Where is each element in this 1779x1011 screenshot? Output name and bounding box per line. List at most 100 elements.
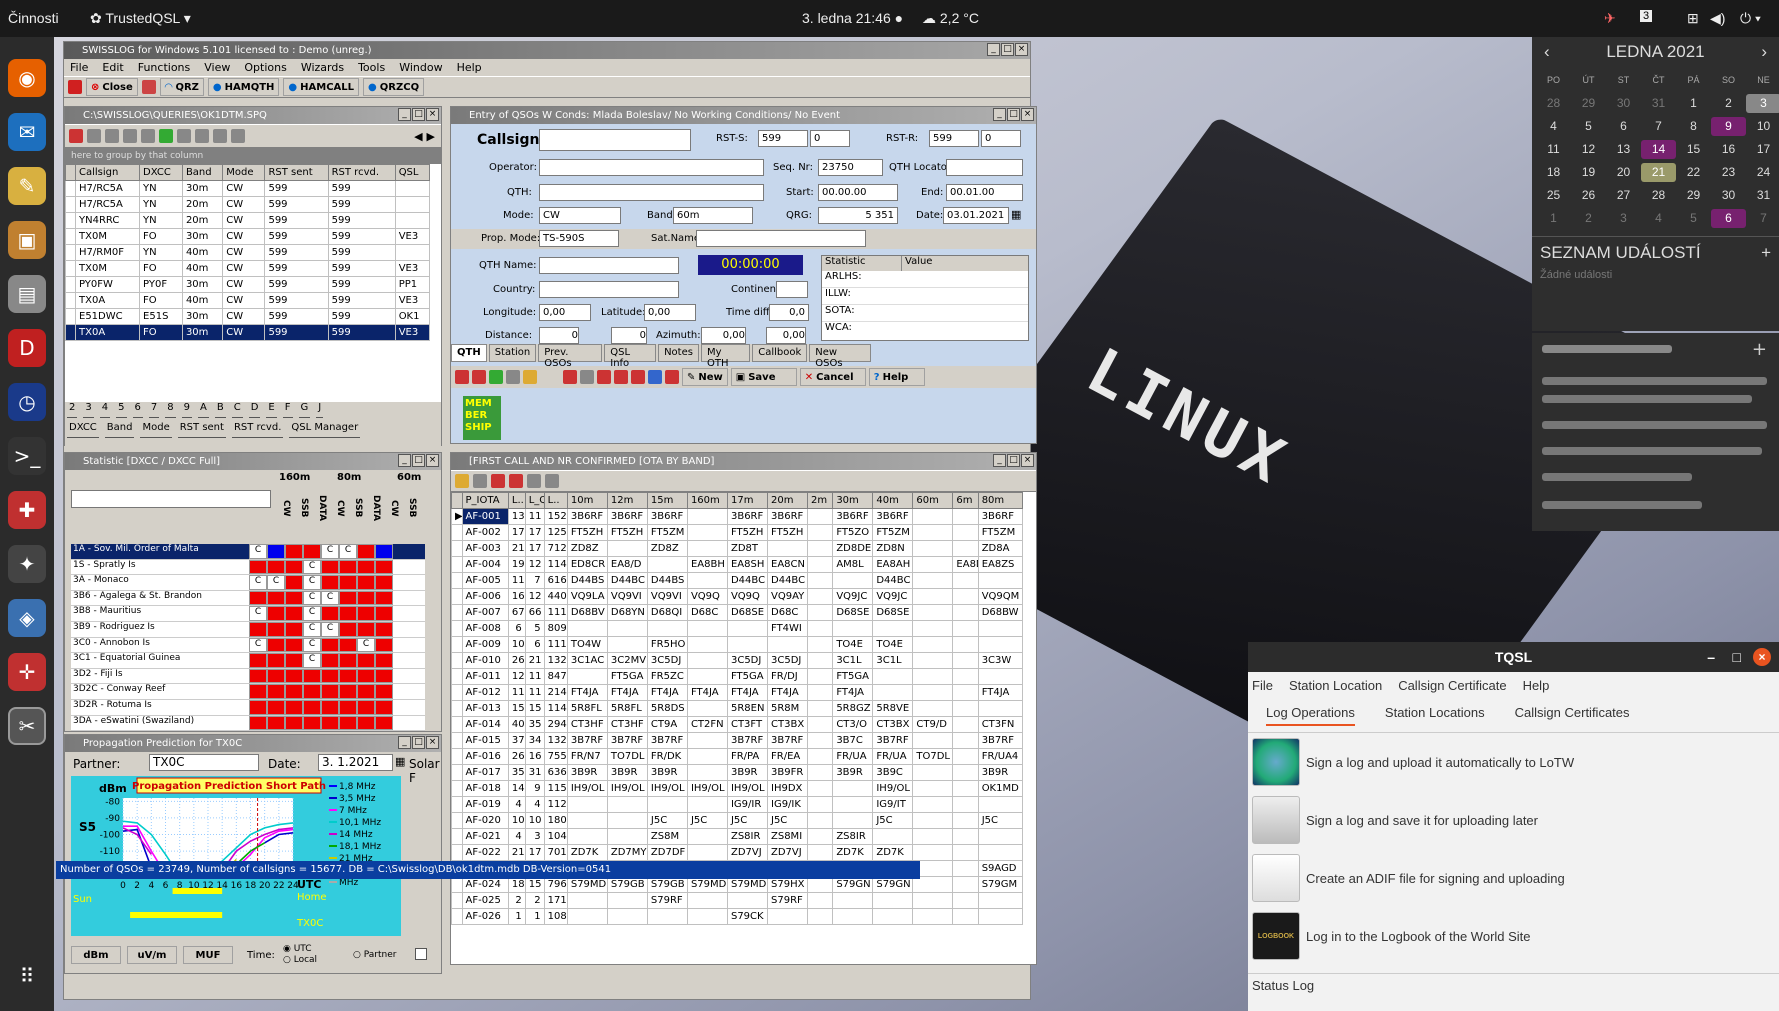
maximize-icon[interactable]: □ [1733,642,1741,672]
continent-select[interactable] [776,281,808,298]
entry-tab[interactable]: Prev. QSOs [538,344,603,369]
tool-icon[interactable] [489,370,503,384]
maximize-icon[interactable]: □ [412,108,425,121]
table-row[interactable]: AF-002 17 17 125 FT5ZH FT5ZH FT5ZM FT5ZH FT5ZH FT… [451,524,1024,541]
tab-log-operations[interactable]: Log Operations [1266,705,1355,726]
propagation-date-input[interactable]: 3. 1.2021 [318,754,393,771]
table-row[interactable]: AF-005 11 7 616 D44BS D44BC D44BS D44BC D44BC D44… [451,572,1024,589]
query-tab[interactable]: B [214,402,226,418]
column-header[interactable]: 40m [872,492,914,509]
satellite-icon[interactable]: ✛ [8,653,46,691]
column-header[interactable]: L.. [507,492,526,509]
column-header[interactable]: RST sent [264,164,329,181]
date-input[interactable]: 03.01.2021 [943,207,1009,224]
terminal-icon[interactable]: >_ [8,437,46,475]
calendar-day[interactable]: 29 [1676,186,1711,205]
seq-input[interactable]: 23750 [818,159,883,176]
value-col-header[interactable]: Value [902,256,932,271]
calendar-day[interactable]: 5 [1571,117,1606,136]
column-header[interactable]: Band [181,164,224,181]
country-input[interactable] [539,281,679,298]
new-button[interactable]: ✎ New [682,368,728,386]
lp-azimuth-input[interactable]: 0,00 [766,327,806,344]
group-tab[interactable]: RST sent [177,422,226,438]
menu-tools[interactable]: Tools [358,59,385,76]
refresh-icon[interactable] [159,129,173,143]
add-event-icon[interactable]: + [1761,243,1771,263]
timediff-input[interactable]: 0,0 [769,304,809,321]
help-button[interactable]: ? Help [868,368,925,386]
table-row[interactable]: AF-019 4 4 112 IG9/IR IG9/IK IG9/IT [451,796,1024,813]
query-tab[interactable]: 8 [165,402,176,418]
statistic-row[interactable]: 3DA - eSwatini (Swaziland) [71,715,425,732]
column-header[interactable]: 160m [686,492,728,509]
disc-icon[interactable] [545,474,559,488]
tool-icon[interactable] [491,474,505,488]
latitude-input[interactable]: 0,00 [644,304,696,321]
column-header[interactable]: QSL [394,164,431,181]
statistic-row[interactable]: 3D2C - Conway Reef [71,684,425,700]
table-row[interactable]: AF-014 40 35 294 CT3HF CT3HF CT9A CT2FN CT3FT CT3… [451,716,1024,733]
print-icon[interactable] [123,129,137,143]
table-row[interactable]: AF-010 26 21 132 3C1AC 3C2MV 3C5DJ 3C5DJ 3C5DJ 3C… [451,652,1024,669]
add-icon[interactable]: + [1752,339,1767,360]
operator-input[interactable] [539,159,764,176]
table-row[interactable]: AF-009 10 6 111 TO4W FR5HO TO4E TO4E [451,636,1024,653]
column-header[interactable]: 20m [766,492,809,509]
table-row[interactable]: H7/RC5A YN 30m CW 599 599 [65,180,431,197]
table-row[interactable]: H7/RC5A YN 20m CW 599 599 [65,196,431,213]
thunderbird-icon[interactable]: ✉ [8,113,46,151]
app-menu[interactable]: ✿ TrustedQSL ▾ [90,10,191,27]
close-icon[interactable]: × [426,454,439,467]
tool-icon[interactable] [597,370,611,384]
login-action[interactable]: LOGBOOK Log in to the Logbook of the Worl… [1248,907,1779,965]
table-row[interactable]: AF-025 2 2 171 S79RF S79RF [451,892,1024,909]
calendar-day[interactable]: 19 [1571,163,1606,182]
maximize-icon[interactable]: □ [412,736,425,749]
table-icon[interactable] [141,129,155,143]
tool-icon[interactable] [580,370,594,384]
tool-icon[interactable] [631,370,645,384]
time-partner-radio[interactable]: ○ Partner [353,950,396,960]
qthname-input[interactable] [539,257,679,274]
calendar-day[interactable]: 30 [1711,186,1746,205]
menu-file[interactable]: File [70,59,88,76]
qrg-input[interactable]: 5 351 [818,207,898,224]
calendar-day[interactable]: 3 [1746,94,1779,113]
exit-icon[interactable] [68,80,82,94]
menu-edit[interactable]: Edit [102,59,123,76]
uvm-button[interactable]: uV/m [127,946,177,964]
statistic-row[interactable]: 3C1 - Equatorial Guinea C [71,653,425,669]
column-header[interactable]: 17m [726,492,769,509]
table-row[interactable]: AF-016 26 16 755 FR/N7 TO7DL FR/DK FR/PA FR/EA FR… [451,748,1024,765]
statistic-row[interactable]: 3D2 - Fiji Is [71,668,425,685]
table-row[interactable]: AF-017 35 31 636 3B9R 3B9R 3B9R 3B9R 3B9FR 3B9R 3B… [451,764,1024,781]
statistic-row[interactable]: 1S - Spratly Is C [71,559,425,576]
menu-wizards[interactable]: Wizards [301,59,344,76]
table-row[interactable]: E51DWC E51S 30m CW 599 599 OK1 [65,308,431,325]
table-row[interactable]: TX0M FO 40m CW 599 599 VE3 [65,260,431,277]
export-icon[interactable] [231,129,245,143]
upload-action[interactable]: Sign a log and upload it automatically t… [1248,733,1779,791]
menu-file[interactable]: File [1252,678,1273,693]
qrz-button[interactable]: ◠ QRZ [159,78,204,96]
calendar-day[interactable]: 1 [1536,209,1571,228]
udp-icon[interactable] [665,370,679,384]
table-row[interactable]: AF-022 21 17 701 ZD7K ZD7MY ZD7DF ZD7VJ ZD7VJ ZD7… [451,844,1024,861]
entry-tab[interactable]: New QSOs [809,344,871,369]
column-header[interactable]: 12m [606,492,648,509]
rsts-input[interactable]: 599 [758,130,808,147]
query-icon[interactable] [87,129,101,143]
calendar-day[interactable]: 22 [1676,163,1711,182]
calendar-day[interactable]: 21 [1641,163,1676,182]
help-ring-icon[interactable]: ✚ [8,491,46,529]
calendar-day[interactable]: 6 [1606,117,1641,136]
tool-icon[interactable] [472,370,486,384]
group-tab[interactable]: Band [104,422,135,438]
close-icon[interactable]: × [1021,108,1034,121]
table-row[interactable]: AF-013 15 15 114 5R8FL 5R8FL 5R8DS 5R8EN 5R8M 5R8… [451,700,1024,717]
hamcall-button[interactable]: ● HAMCALL [283,78,360,96]
calendar-badge-icon[interactable]: 3 [1640,10,1653,22]
statistic-row[interactable]: 3A - Monaco C C C [71,575,425,591]
column-header[interactable]: 10m [566,492,608,509]
